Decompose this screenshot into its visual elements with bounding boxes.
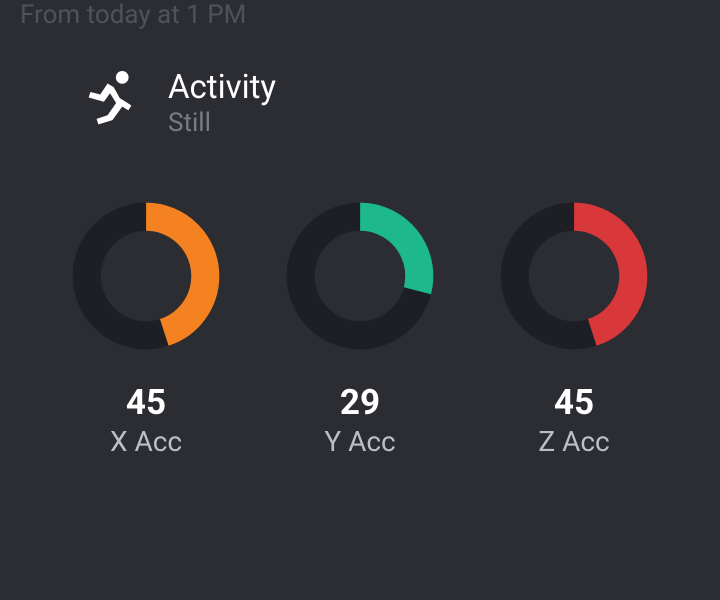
gauge-value-z: 45 — [554, 382, 594, 423]
gauge-z-acc: 45 Z Acc — [484, 198, 664, 458]
timeframe-label: From today at 1 PM — [20, 0, 246, 30]
gauge-ring-x — [68, 198, 224, 354]
gauges-row: 45 X Acc 29 Y Acc 45 Z Acc — [0, 138, 720, 458]
gauge-value-x: 45 — [126, 382, 166, 423]
gauge-label-z: Z Acc — [538, 425, 609, 458]
activity-status: Still — [168, 108, 276, 138]
gauge-y-acc: 29 Y Acc — [270, 198, 450, 458]
gauge-ring-z — [496, 198, 652, 354]
runner-icon — [80, 70, 140, 136]
gauge-ring-y — [282, 198, 438, 354]
gauge-label-y: Y Acc — [324, 425, 395, 458]
gauge-label-x: X Acc — [110, 425, 182, 458]
gauge-x-acc: 45 X Acc — [56, 198, 236, 458]
activity-title: Activity — [168, 70, 276, 106]
gauge-value-y: 29 — [340, 382, 380, 423]
